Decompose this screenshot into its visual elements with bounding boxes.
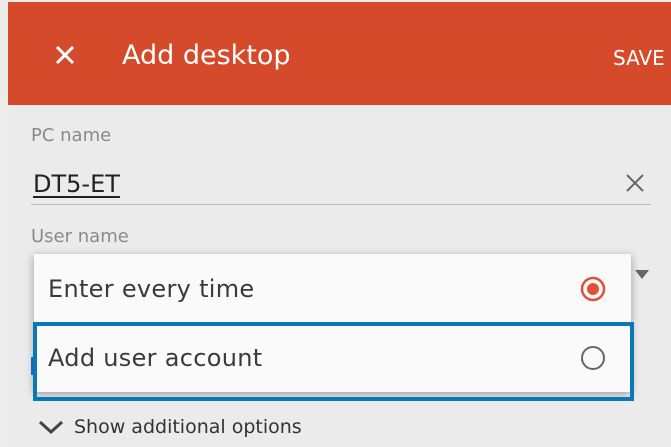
clear-icon[interactable]: [621, 169, 649, 197]
option-label: Enter every time: [48, 274, 255, 303]
page-title: Add desktop: [122, 40, 291, 71]
dropdown-arrow-icon[interactable]: [635, 270, 649, 280]
close-icon: [55, 45, 75, 65]
option-enter-every-time[interactable]: Enter every time: [34, 254, 631, 323]
pc-name-input[interactable]: DT5-ET: [33, 170, 120, 198]
app-bar: Add desktop SAVE: [8, 2, 671, 105]
radio-selected-icon[interactable]: [579, 275, 607, 303]
user-name-label: User name: [31, 226, 129, 247]
highlight-box: [33, 322, 634, 401]
show-additional-options-label: Show additional options: [74, 416, 302, 438]
show-additional-options[interactable]: Show additional options: [38, 416, 302, 438]
save-button[interactable]: SAVE: [613, 46, 665, 70]
pc-name-label: PC name: [31, 125, 112, 146]
pc-name-underline: [31, 204, 651, 205]
close-button[interactable]: [49, 39, 81, 71]
chevron-down-icon: [38, 420, 64, 435]
